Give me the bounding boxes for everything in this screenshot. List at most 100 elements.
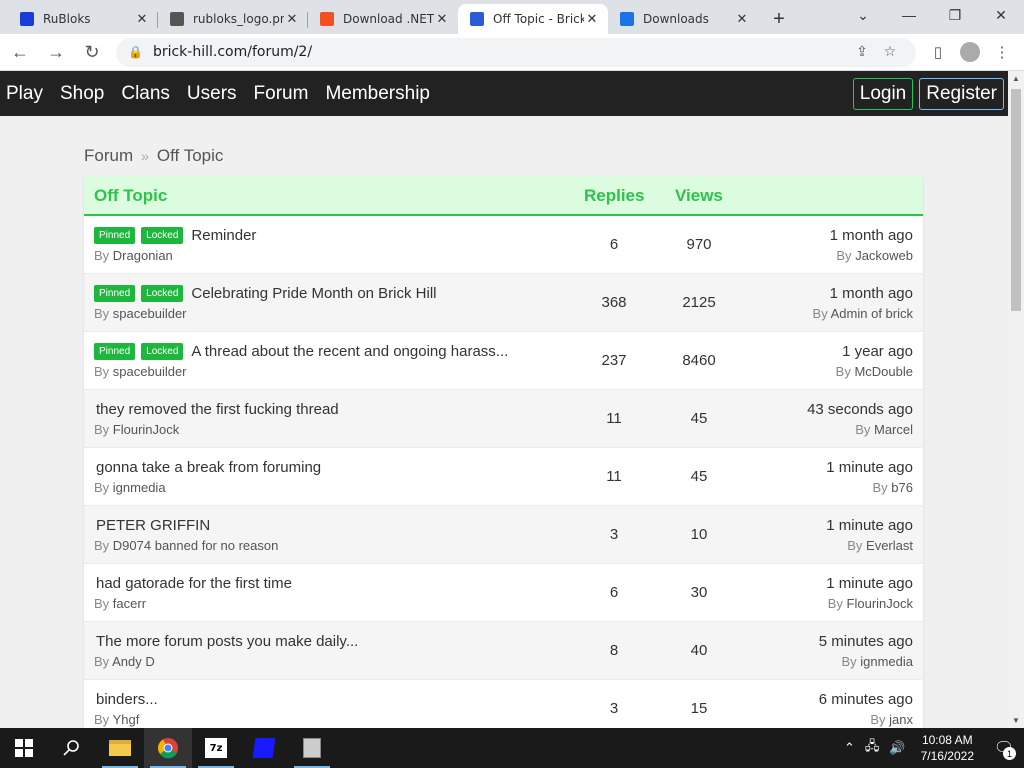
- clock[interactable]: 10:08 AM 7/16/2022: [921, 732, 974, 764]
- view-count: 8460: [682, 352, 716, 369]
- thread-author-link[interactable]: ignmedia: [113, 480, 166, 495]
- url-bar[interactable]: 🔒 brick-hill.com/forum/2/ ⇪ ☆: [116, 37, 916, 67]
- nav-clans[interactable]: Clans: [121, 83, 170, 105]
- close-window-button[interactable]: ✕: [978, 0, 1024, 30]
- last-poster-link[interactable]: ignmedia: [860, 654, 913, 669]
- thread-title-link[interactable]: A thread about the recent and ongoing ha…: [191, 343, 508, 360]
- lock-icon[interactable]: 🔒: [128, 45, 143, 59]
- view-count: 30: [690, 584, 708, 601]
- thread-title-link[interactable]: they removed the first fucking thread: [96, 401, 339, 418]
- volume-icon[interactable]: 🔊: [889, 740, 905, 756]
- last-poster-link[interactable]: Marcel: [874, 422, 913, 437]
- file-explorer-icon[interactable]: [96, 728, 144, 768]
- thread-author-link[interactable]: Andy D: [112, 654, 155, 669]
- thread-author-link[interactable]: spacebuilder: [113, 364, 187, 379]
- thread-author-link[interactable]: Dragonian: [113, 248, 173, 263]
- thread-title-link[interactable]: Celebrating Pride Month on Brick Hill: [191, 285, 436, 302]
- last-post-byline: By McDouble: [836, 364, 913, 379]
- thread-title-link[interactable]: gonna take a break from foruming: [96, 459, 321, 476]
- nav-users[interactable]: Users: [187, 83, 237, 105]
- thread-author-link[interactable]: FlourinJock: [113, 422, 179, 437]
- tab-search-icon[interactable]: ⌄: [840, 0, 886, 30]
- app-taskbar-icon[interactable]: [240, 728, 288, 768]
- notification-center-icon[interactable]: 🗨 1: [984, 728, 1024, 768]
- browser-tab[interactable]: Downloads ✕: [608, 4, 758, 34]
- profile-avatar[interactable]: [954, 36, 986, 68]
- thread-row[interactable]: Pinned Locked Reminder By Dragonian 6 970 1 mo…: [84, 216, 923, 274]
- by-prefix: By: [94, 538, 110, 553]
- scroll-up-icon[interactable]: ▲: [1008, 74, 1024, 83]
- nav-play[interactable]: Play: [6, 83, 43, 105]
- reload-icon[interactable]: ↻: [76, 36, 108, 68]
- thread-row[interactable]: binders... By Yhgf 3 15 6 minutes ago By janx: [84, 680, 923, 728]
- thread-title-line: Pinned Locked Reminder: [94, 227, 256, 244]
- browser-tab[interactable]: Download .NET ✕: [308, 4, 458, 34]
- browser-tab[interactable]: Off Topic - Brick Hill✕: [458, 4, 608, 34]
- last-poster-link[interactable]: Admin of brick: [831, 306, 913, 321]
- last-poster-link[interactable]: b76: [891, 480, 913, 495]
- locked-badge: Locked: [141, 285, 184, 302]
- maximize-button[interactable]: ❐: [932, 0, 978, 30]
- close-tab-icon[interactable]: ✕: [434, 12, 450, 27]
- new-tab-button[interactable]: +: [764, 4, 794, 34]
- breadcrumb-current[interactable]: Off Topic: [157, 146, 223, 165]
- thread-row[interactable]: Pinned Locked A thread about the recent an…: [84, 332, 923, 390]
- search-icon[interactable]: [48, 728, 96, 768]
- browser-tab[interactable]: RuBloks ✕: [8, 4, 158, 34]
- minimize-button[interactable]: —: [886, 0, 932, 30]
- tab-title: Downloads: [643, 12, 709, 26]
- last-poster-link[interactable]: janx: [889, 712, 913, 727]
- scroll-down-icon[interactable]: ▼: [1008, 716, 1024, 725]
- nav-shop[interactable]: Shop: [60, 83, 104, 105]
- nav-forum[interactable]: Forum: [254, 83, 309, 105]
- thread-title-link[interactable]: binders...: [96, 691, 158, 708]
- last-poster-link[interactable]: Jackoweb: [855, 248, 913, 263]
- thread-row[interactable]: had gatorade for the first time By facerr…: [84, 564, 923, 622]
- close-tab-icon[interactable]: ✕: [134, 12, 150, 27]
- installer-taskbar-icon[interactable]: [288, 728, 336, 768]
- start-button[interactable]: [0, 728, 48, 768]
- last-poster-link[interactable]: Everlast: [866, 538, 913, 553]
- thread-title-link[interactable]: had gatorade for the first time: [96, 575, 292, 592]
- menu-kebab-icon[interactable]: ⋮: [986, 36, 1018, 68]
- thread-author-link[interactable]: facerr: [113, 596, 146, 611]
- chevron-up-icon[interactable]: ⌃: [844, 740, 855, 756]
- breadcrumb-forum[interactable]: Forum: [84, 146, 133, 165]
- forward-icon[interactable]: →: [40, 36, 72, 68]
- thread-author-link[interactable]: D9074 banned for no reason: [113, 538, 279, 553]
- blue-app-icon: [252, 738, 276, 758]
- close-tab-icon[interactable]: ✕: [584, 12, 600, 27]
- thread-title-link[interactable]: Reminder: [191, 227, 256, 244]
- url-text[interactable]: brick-hill.com/forum/2/: [153, 44, 848, 60]
- last-poster-link[interactable]: McDouble: [854, 364, 913, 379]
- register-button[interactable]: Register: [919, 77, 1004, 110]
- login-button[interactable]: Login: [852, 77, 914, 110]
- thread-row[interactable]: The more forum posts you make daily... By…: [84, 622, 923, 680]
- thread-row[interactable]: gonna take a break from foruming By ignme…: [84, 448, 923, 506]
- back-icon[interactable]: ←: [4, 36, 36, 68]
- network-icon[interactable]: 🖧: [865, 737, 880, 759]
- close-tab-icon[interactable]: ✕: [284, 12, 300, 27]
- view-count: 15: [690, 700, 708, 717]
- close-tab-icon[interactable]: ✕: [734, 12, 750, 27]
- thread-row[interactable]: Pinned Locked Celebrating Pride Month on B…: [84, 274, 923, 332]
- thread-author-link[interactable]: Yhgf: [113, 712, 140, 727]
- chrome-taskbar-icon[interactable]: [144, 728, 192, 768]
- thread-row[interactable]: PETER GRIFFIN By D9074 banned for no reas…: [84, 506, 923, 564]
- thread-title-link[interactable]: The more forum posts you make daily...: [96, 633, 358, 650]
- thread-author-link[interactable]: spacebuilder: [113, 306, 187, 321]
- thread-title-link[interactable]: PETER GRIFFIN: [96, 517, 210, 534]
- share-icon[interactable]: ⇪: [848, 44, 876, 60]
- scrollbar-thumb[interactable]: [1011, 89, 1021, 311]
- page-content: Forum » Off Topic Off Topic Replies Views …: [0, 116, 1008, 728]
- page-scrollbar[interactable]: ▲ ▼: [1008, 71, 1024, 728]
- browser-tabbar: RuBloks✕rubloks_logo.png✕Download .NET✕O…: [0, 0, 1024, 34]
- breadcrumb-separator-icon: »: [141, 148, 149, 164]
- last-poster-link[interactable]: FlourinJock: [847, 596, 913, 611]
- side-panel-icon[interactable]: ▯: [922, 36, 954, 68]
- bookmark-star-icon[interactable]: ☆: [876, 44, 904, 60]
- browser-tab[interactable]: rubloks_logo.png✕: [158, 4, 308, 34]
- nav-membership[interactable]: Membership: [325, 83, 430, 105]
- thread-row[interactable]: they removed the first fucking thread By …: [84, 390, 923, 448]
- 7zip-taskbar-icon[interactable]: 7z: [192, 728, 240, 768]
